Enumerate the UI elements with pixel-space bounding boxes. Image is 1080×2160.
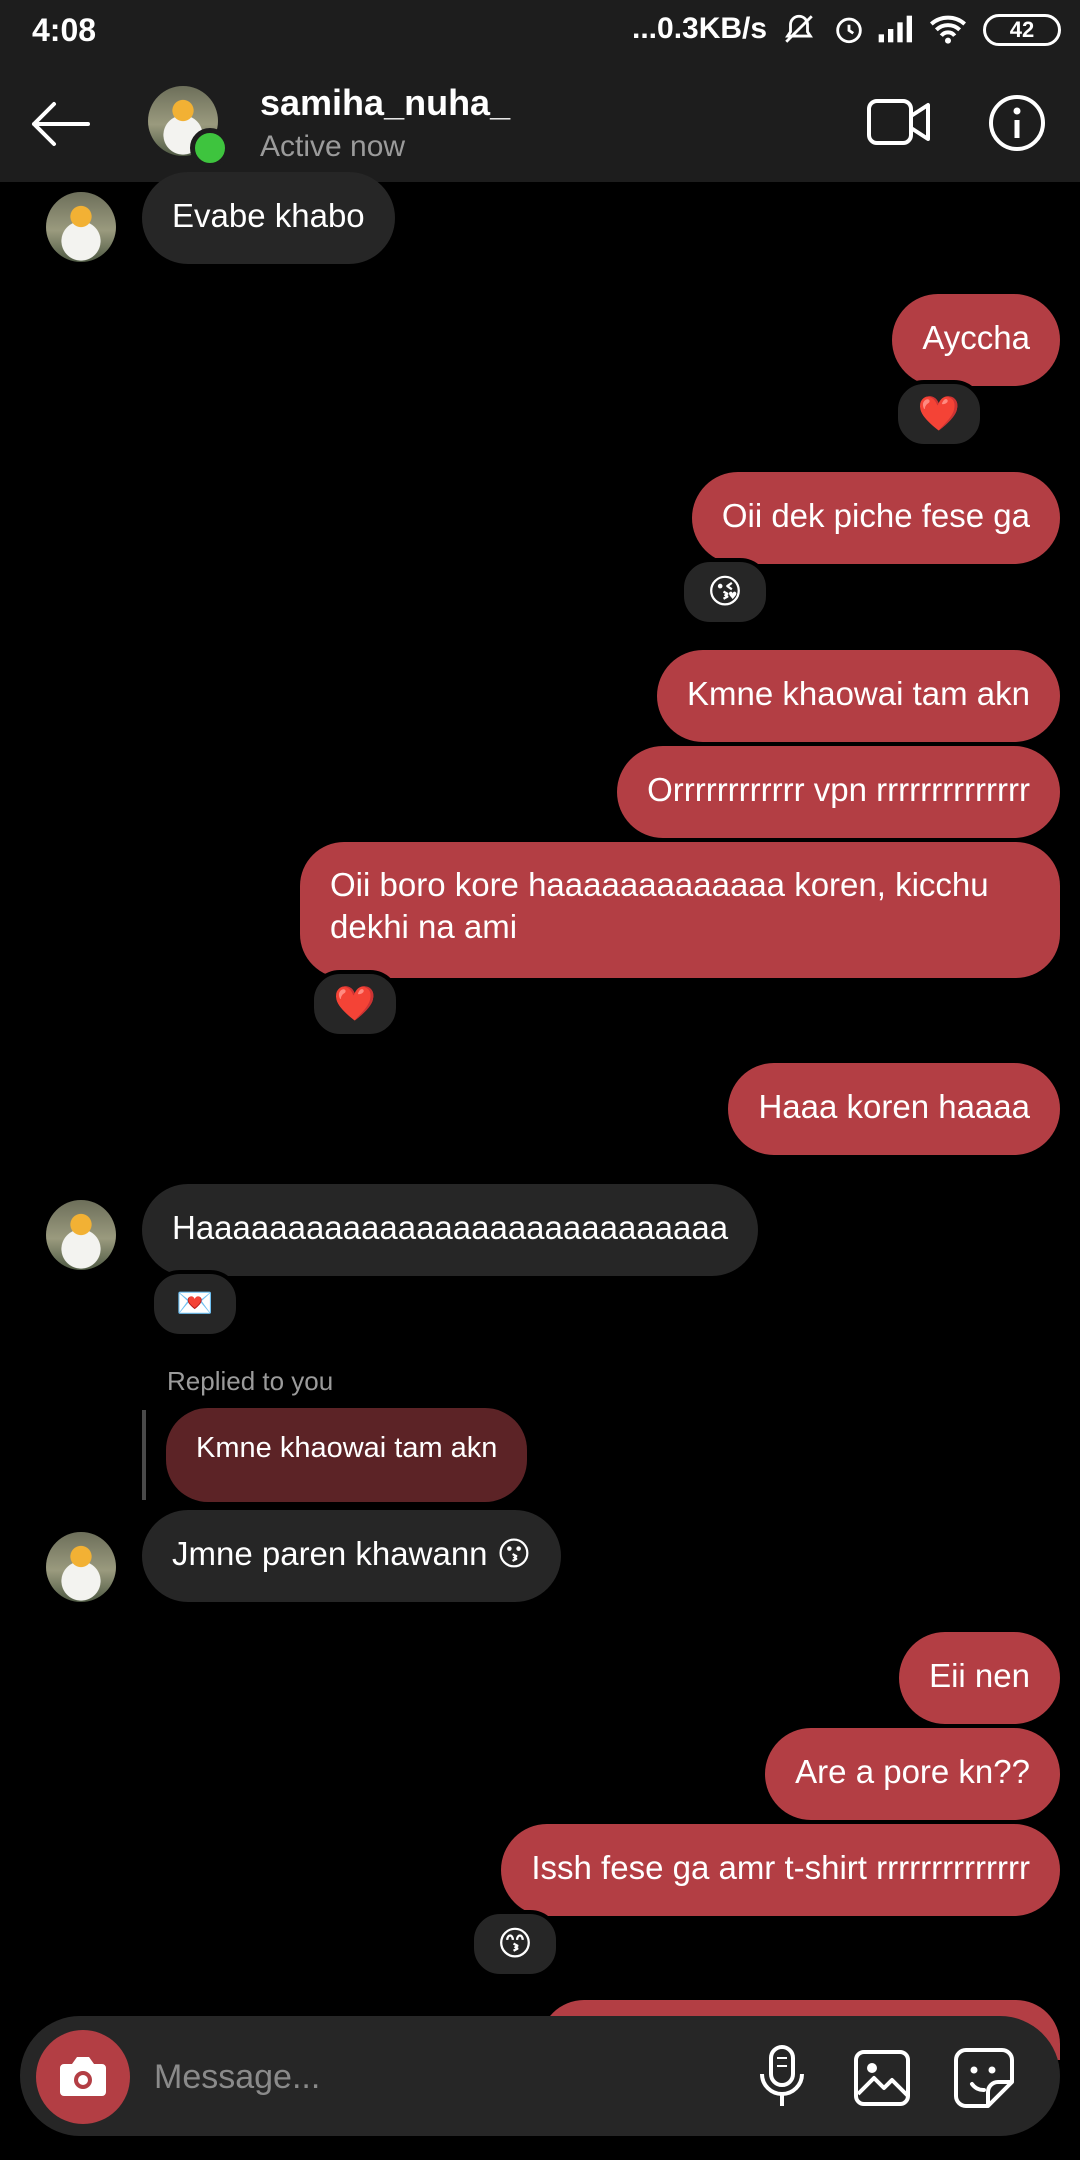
sender-avatar[interactable] xyxy=(46,1532,116,1602)
chat-header: samiha_nuha_ Active now xyxy=(0,62,1080,182)
incoming-message[interactable]: Haaaaaaaaaaaaaaaaaaaaaaaaaaaaa xyxy=(142,1184,759,1276)
incoming-message[interactable]: Jmne paren khawann 😗 xyxy=(142,1510,562,1602)
gallery-icon[interactable] xyxy=(852,2048,912,2113)
outgoing-message[interactable]: Are a pore kn?? xyxy=(765,1728,1060,1820)
camera-button[interactable] xyxy=(36,2030,130,2124)
reaction-kiss-emoji[interactable]: 😘 xyxy=(680,558,770,626)
reply-bar xyxy=(142,1410,146,1500)
outgoing-message[interactable]: Kmne khaowai tam akn xyxy=(656,650,1060,742)
info-icon[interactable] xyxy=(988,94,1046,157)
outgoing-message[interactable]: Issh fese ga amr t-shirt rrrrrrrrrrrrrr xyxy=(501,1824,1060,1916)
replied-to-label: Replied to you xyxy=(167,1366,334,1396)
sender-avatar[interactable] xyxy=(46,1200,116,1270)
battery-indicator: 42 xyxy=(983,14,1061,46)
mute-bell-icon xyxy=(782,12,816,55)
outgoing-message[interactable]: Oii dek piche fese ga xyxy=(691,472,1060,564)
network-speed: ...0.3KB/s xyxy=(632,12,768,45)
reaction-kiss-emoji[interactable]: 😙 xyxy=(470,1910,560,1978)
quoted-message[interactable]: Kmne khaowai tam akn xyxy=(166,1408,528,1502)
outgoing-message[interactable]: Ayccha xyxy=(892,294,1060,386)
outgoing-message[interactable]: Haaa koren haaaa xyxy=(728,1063,1060,1155)
message-input[interactable] xyxy=(152,2048,736,2106)
contact-username[interactable]: samiha_nuha_ xyxy=(260,82,510,124)
contact-status: Active now xyxy=(260,130,406,163)
reaction-heart[interactable]: ❤️ xyxy=(894,380,984,448)
outgoing-message[interactable]: Oii boro kore haaaaaaaaaaaaa koren, kicc… xyxy=(300,842,1060,978)
reaction-heart[interactable]: ❤️ xyxy=(310,970,400,1038)
sticker-icon[interactable] xyxy=(952,2046,1016,2115)
alarm-icon xyxy=(832,12,866,55)
incoming-message[interactable]: Evabe khabo xyxy=(142,172,395,264)
status-bar: 4:08 ...0.3KB/s 42 xyxy=(0,0,1080,62)
sender-avatar[interactable] xyxy=(46,192,116,262)
outgoing-message[interactable]: Eii nen xyxy=(899,1632,1060,1724)
wifi-icon xyxy=(928,12,968,55)
outgoing-message[interactable]: Orrrrrrrrrrrr vpn rrrrrrrrrrrrrr xyxy=(617,746,1060,838)
signal-icon xyxy=(876,12,916,55)
video-call-icon[interactable] xyxy=(866,96,932,153)
back-arrow-icon[interactable] xyxy=(28,100,92,153)
reaction-love-letter[interactable]: 💌 xyxy=(150,1270,240,1338)
microphone-icon[interactable] xyxy=(756,2044,808,2115)
status-time: 4:08 xyxy=(32,12,97,48)
online-indicator xyxy=(190,128,230,168)
